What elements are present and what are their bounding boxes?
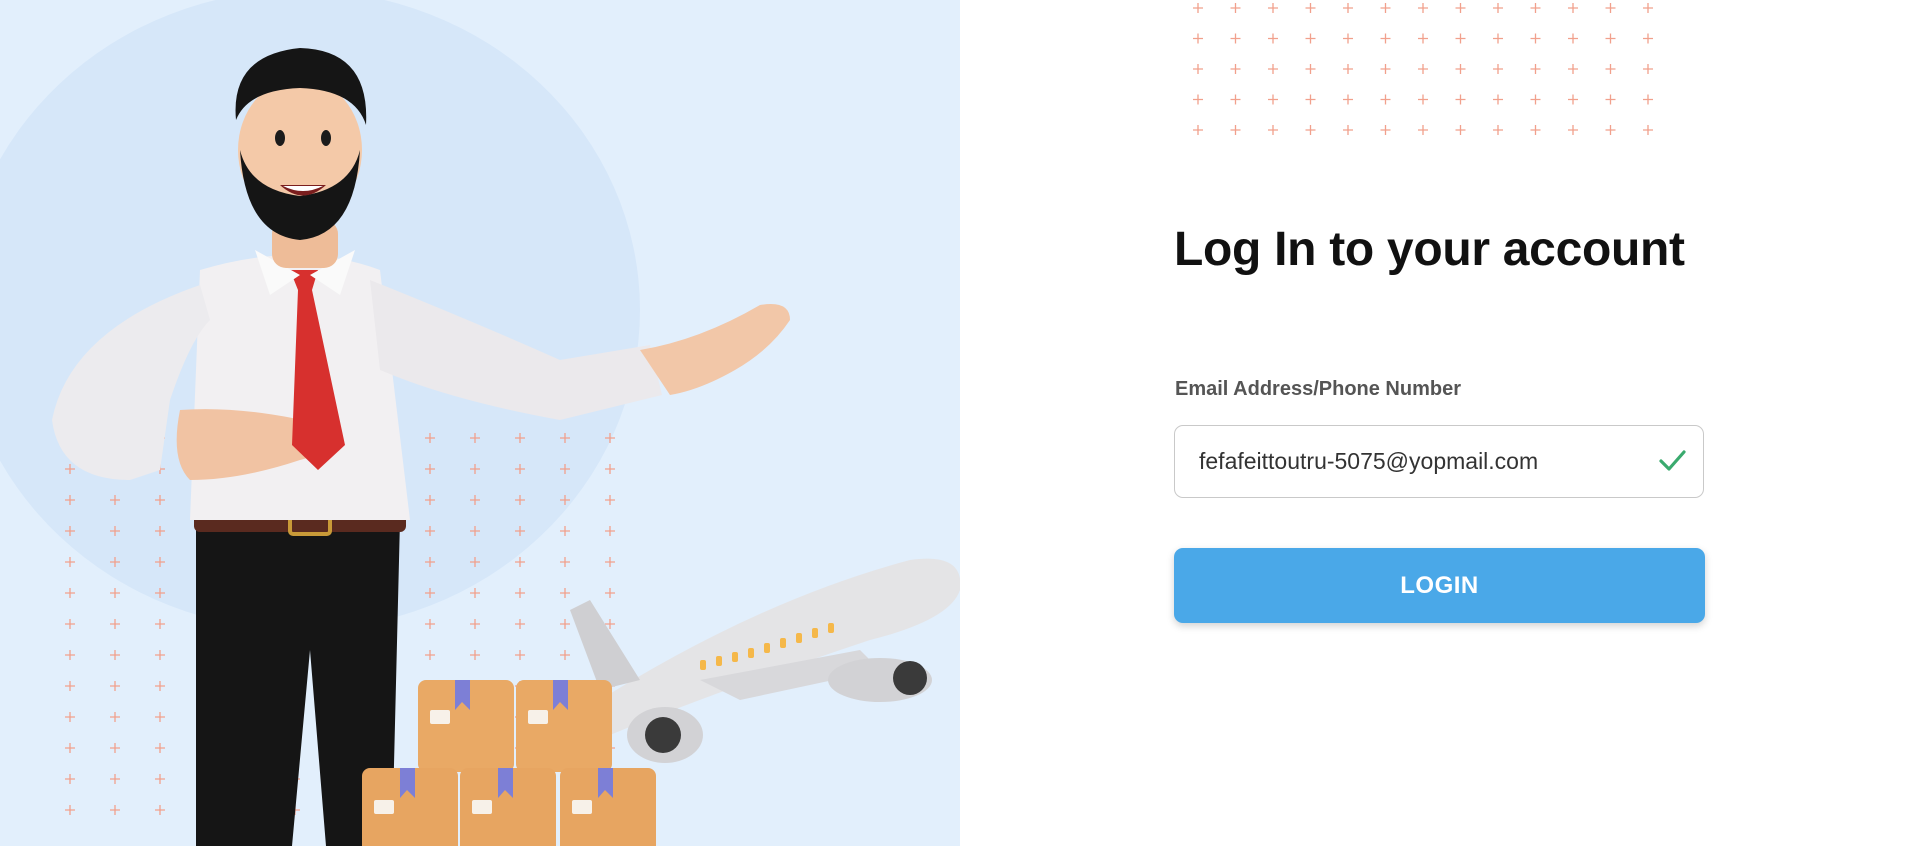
page-title: Log In to your account [1174,223,1685,276]
email-field[interactable] [1175,426,1703,497]
businessman-illustration [52,48,960,846]
email-label: Email Address/Phone Number [1175,378,1461,400]
login-button[interactable]: LOGIN [1174,548,1705,623]
plus-pattern-icon [1190,0,1670,145]
login-panel: Log In to your account Email Address/Pho… [960,0,1920,846]
hero-illustration-panel [0,0,960,846]
email-field-wrapper [1174,425,1704,498]
checkmark-icon [1659,450,1686,471]
